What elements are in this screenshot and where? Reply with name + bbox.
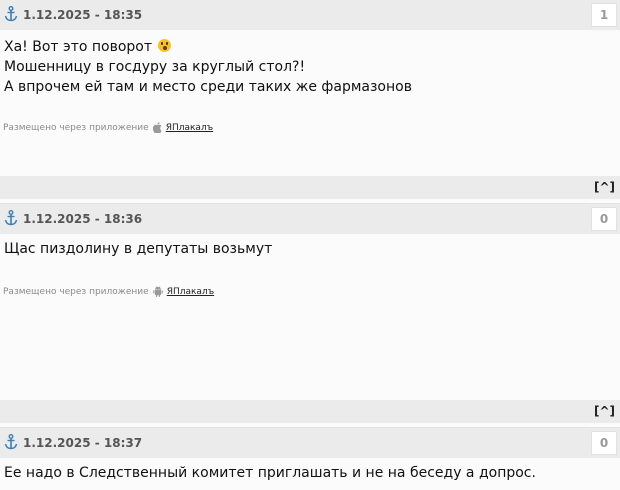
posted-via: Размещено через приложение ЯПлакалъ bbox=[3, 122, 213, 133]
comment-post: 1.12.2025 - 18:36 0 Щас пиздолину в депу… bbox=[0, 203, 620, 401]
scroll-up-button[interactable]: [^] bbox=[594, 180, 615, 194]
comment-text-line: А впрочем ей там и место среди таких же … bbox=[4, 79, 412, 95]
comment-date[interactable]: 1.12.2025 - 18:36 bbox=[23, 212, 142, 226]
comment-body: Щас пиздолину в депутаты возьмут Размеще… bbox=[0, 234, 620, 401]
comment-body: Ха! Вот это поворот Мошенницу в госдуру … bbox=[0, 30, 620, 176]
comment-header: 1.12.2025 - 18:36 0 bbox=[0, 203, 620, 234]
comment-text-line: Щас пиздолину в депутаты возьмут bbox=[4, 241, 273, 257]
anchor-icon[interactable] bbox=[4, 210, 18, 226]
post-footer: [^] bbox=[0, 400, 620, 423]
rating-badge[interactable]: 1 bbox=[591, 3, 617, 27]
comment-date[interactable]: 1.12.2025 - 18:37 bbox=[23, 436, 142, 450]
comment-body: Ее надо в Следственный комитет приглашат… bbox=[0, 458, 620, 490]
app-link[interactable]: ЯПлакалъ bbox=[167, 287, 214, 297]
rating-badge[interactable]: 0 bbox=[591, 431, 617, 455]
comment-header: 1.12.2025 - 18:37 0 bbox=[0, 427, 620, 458]
anchor-icon[interactable] bbox=[4, 434, 18, 450]
comment-text-line: Мошенницу в госдуру за круглый стол?! bbox=[4, 59, 306, 75]
comment-header: 1.12.2025 - 18:35 1 bbox=[0, 0, 620, 30]
comment-post: 1.12.2025 - 18:35 1 Ха! Вот это поворот … bbox=[0, 0, 620, 176]
apple-icon bbox=[152, 122, 162, 133]
comment-post: 1.12.2025 - 18:37 0 Ее надо в Следственн… bbox=[0, 427, 620, 490]
android-icon bbox=[153, 286, 163, 297]
app-link[interactable]: ЯПлакалъ bbox=[166, 123, 213, 133]
posted-via-label: Размещено через приложение bbox=[3, 122, 149, 133]
anchor-icon[interactable] bbox=[4, 6, 18, 22]
post-footer: [^] bbox=[0, 176, 620, 199]
astonished-face-emoji-icon bbox=[158, 39, 172, 52]
posted-via: Размещено через приложение ЯПлакалъ bbox=[3, 286, 214, 297]
rating-badge[interactable]: 0 bbox=[591, 207, 617, 231]
scroll-up-button[interactable]: [^] bbox=[594, 404, 615, 418]
comment-date[interactable]: 1.12.2025 - 18:35 bbox=[23, 8, 142, 22]
comment-text-line: Ее надо в Следственный комитет приглашат… bbox=[4, 465, 536, 481]
posted-via-label: Размещено через приложение bbox=[3, 286, 149, 297]
comment-text-line: Ха! Вот это поворот bbox=[4, 39, 172, 55]
